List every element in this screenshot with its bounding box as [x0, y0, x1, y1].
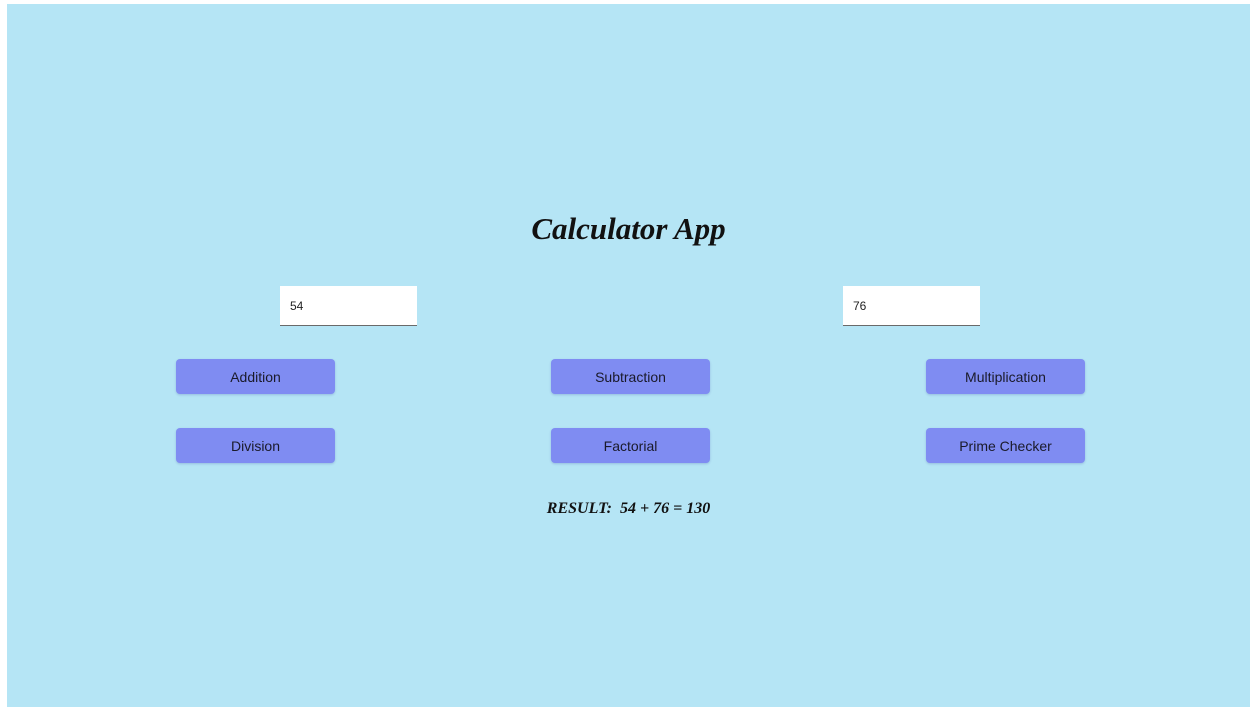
subtraction-button[interactable]: Subtraction — [551, 359, 710, 394]
multiplication-button[interactable]: Multiplication — [926, 359, 1085, 394]
calculator-app: Calculator App Addition Subtraction Mult… — [7, 4, 1250, 707]
addition-button[interactable]: Addition — [176, 359, 335, 394]
factorial-button[interactable]: Factorial — [551, 428, 710, 463]
result-label: RESULT: — [546, 500, 612, 517]
result-display: RESULT: 54 + 76 = 130 — [7, 500, 1250, 518]
prime-checker-button[interactable]: Prime Checker — [926, 428, 1085, 463]
second-number-input[interactable] — [843, 286, 980, 326]
first-number-input[interactable] — [280, 286, 417, 326]
division-button[interactable]: Division — [176, 428, 335, 463]
result-expression: 54 + 76 = 130 — [619, 500, 711, 517]
page-title: Calculator App — [531, 211, 726, 246]
